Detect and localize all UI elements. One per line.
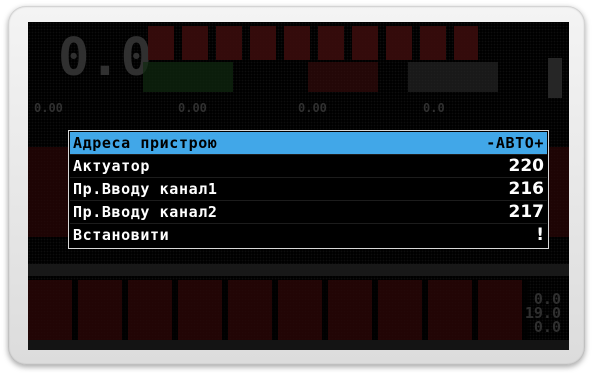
background-green-icon [143, 62, 233, 92]
menu-item-value: 220 [508, 156, 545, 176]
device-address-menu: Адреса пристрою -АВТО+ Актуатор 220 Пр.В… [68, 130, 549, 249]
background-scale [28, 264, 569, 276]
menu-item-device-address[interactable]: Адреса пристрою -АВТО+ [70, 132, 547, 154]
background-readout-2: 0.00 [178, 101, 207, 115]
background-right-readout-3: 0.0 [533, 318, 561, 336]
background-status-icons [148, 26, 478, 60]
background-rate-bars [28, 280, 528, 340]
background-red-icon [308, 62, 378, 92]
menu-item-label: Актуатор [73, 157, 151, 175]
background-bottom-scale [28, 340, 569, 350]
menu-item-value: 216 [508, 179, 545, 199]
menu-item-value: 217 [508, 202, 545, 222]
menu-item-actuator[interactable]: Актуатор 220 [70, 155, 547, 177]
terminal-screen: 0.0 0.00 0.00 0.00 0.0 0.0 19.0 0.0 Адре… [28, 22, 569, 350]
menu-item-label: Адреса пристрою [73, 134, 218, 152]
menu-item-label: Встановити [73, 226, 170, 244]
background-readout-1: 0.00 [34, 101, 63, 115]
menu-item-apply[interactable]: Встановити ! [70, 224, 547, 246]
background-speed-readout: 0.0 [58, 28, 152, 88]
auto-mode-stepper[interactable]: -АВТО+ [486, 134, 544, 152]
background-side-bar [548, 58, 562, 98]
background-readout-4: 0.0 [423, 101, 445, 115]
menu-item-input-channel-2[interactable]: Пр.Вводу канал2 217 [70, 201, 547, 223]
background-grey-icon [408, 62, 498, 92]
menu-item-input-channel-1[interactable]: Пр.Вводу канал1 216 [70, 178, 547, 200]
background-right-readouts: 0.0 19.0 0.0 [525, 292, 561, 336]
menu-item-label: Пр.Вводу канал1 [73, 180, 218, 198]
menu-item-label: Пр.Вводу канал2 [73, 203, 218, 221]
menu-item-value: ! [536, 225, 544, 245]
background-readout-3: 0.00 [298, 101, 327, 115]
